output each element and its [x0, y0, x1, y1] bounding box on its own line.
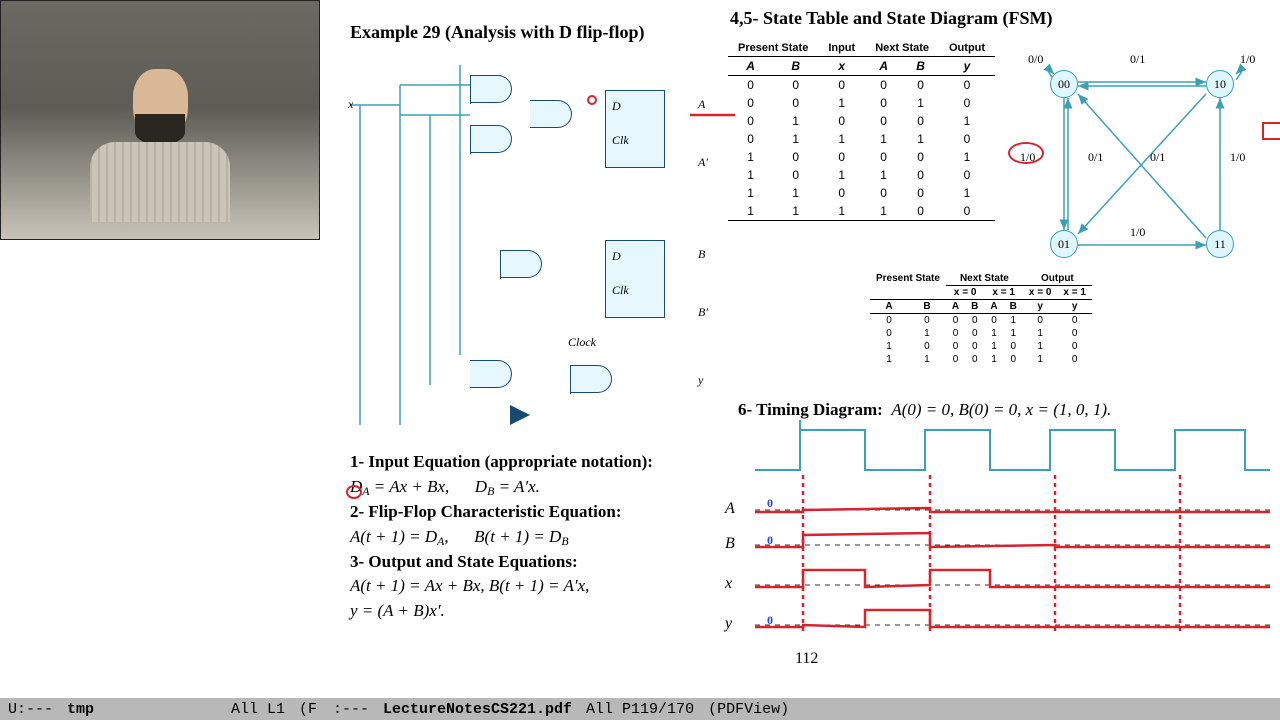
- circuit-diagram: x D Clk A A′ D Clk B B′ Clock y: [350, 55, 720, 425]
- annotation-circle-1: [587, 95, 597, 105]
- state-01: 01: [1050, 230, 1078, 258]
- eq-header-3: 3- Output and State Equations:: [350, 550, 750, 575]
- and-gate-4: [570, 365, 612, 393]
- state-11: 11: [1206, 230, 1234, 258]
- or-gate-1: [530, 100, 572, 128]
- timing-diagram: A B x y 0 0 0: [725, 420, 1270, 650]
- compact-state-table: Present State Next State Output x = 0 x …: [870, 272, 1092, 366]
- blue-mark-2: 0: [767, 533, 773, 548]
- eq-output: y = (A + B)x′.: [350, 599, 750, 624]
- section-6: 6- Timing Diagram: A(0) = 0, B(0) = 0, x…: [738, 400, 1111, 420]
- output-Bprime: B′: [698, 305, 708, 320]
- or-gate-2: [470, 360, 512, 388]
- state-diagram: 00 10 01 11 0/0 0/1 1/0 1/0 0/1 0/1 1/0 …: [1020, 50, 1270, 275]
- state-00: 00: [1050, 70, 1078, 98]
- equations-block: 1- Input Equation (appropriate notation)…: [350, 450, 750, 624]
- flip-flop-b: D Clk: [605, 240, 665, 318]
- clock-label: Clock: [568, 335, 596, 350]
- output-y: y: [698, 373, 703, 388]
- eq-header-2: 2- Flip-Flop Characteristic Equation:: [350, 500, 750, 525]
- page-number: 112: [795, 650, 818, 668]
- emacs-status-right: :--- LectureNotesCS221.pdf All P119/170 …: [325, 698, 1280, 720]
- state-10: 10: [1206, 70, 1234, 98]
- and-gate-2: [470, 125, 512, 153]
- eq-char: A(t + 1) = DA, B(t + 1) = DB: [350, 525, 750, 550]
- webcam-feed: [0, 0, 320, 240]
- and-gate-1: [470, 75, 512, 103]
- eq-header-1: 1- Input Equation (appropriate notation)…: [350, 450, 750, 475]
- presenter-silhouette: [90, 69, 230, 239]
- emacs-status-left: U:--- tmp All L1 (F: [0, 698, 325, 720]
- output-B: B: [698, 247, 705, 262]
- eq-da: DA = Ax + Bx, DB = A′x.: [350, 475, 750, 500]
- annotation-circle-da: [346, 485, 362, 499]
- blue-mark-3: 0: [767, 613, 773, 628]
- flip-flop-a: D Clk: [605, 90, 665, 168]
- state-table: Present State Input Next State Output AB…: [728, 40, 995, 221]
- and-gate-3: [500, 250, 542, 278]
- output-Aprime: A′: [698, 155, 708, 170]
- not-gate: [510, 405, 530, 425]
- annotation-circle-edge: [1008, 142, 1044, 164]
- blue-mark-1: 0: [767, 496, 773, 511]
- section-45-title: 4,5- State Table and State Diagram (FSM): [730, 8, 1053, 29]
- example-title: Example 29 (Analysis with D flip-flop): [350, 22, 645, 43]
- input-x-label: x: [348, 97, 353, 112]
- slide-content: Example 29 (Analysis with D flip-flop) 4…: [330, 0, 1275, 680]
- eq-state: A(t + 1) = Ax + Bx, B(t + 1) = A′x,: [350, 574, 750, 599]
